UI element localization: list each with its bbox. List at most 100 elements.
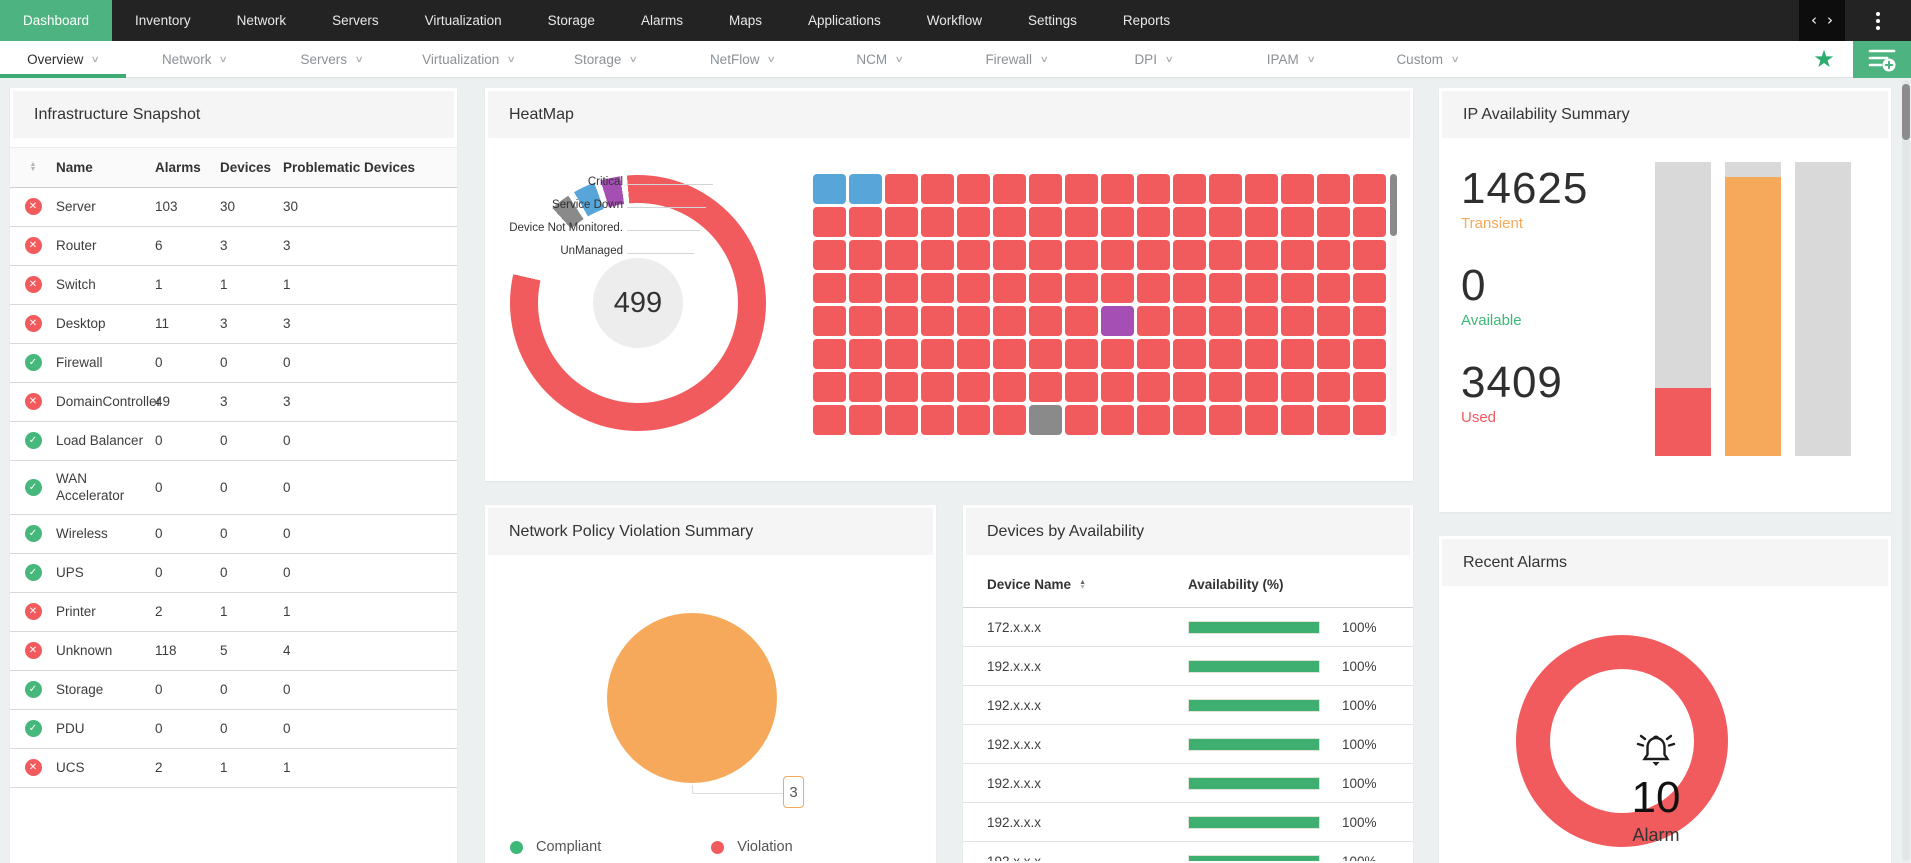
- heatmap-cell-critical[interactable]: [1317, 174, 1350, 204]
- heatmap-cell-critical[interactable]: [813, 405, 846, 435]
- heatmap-cell-critical[interactable]: [1137, 174, 1170, 204]
- heatmap-cell-critical[interactable]: [1353, 306, 1386, 336]
- heatmap-cell-critical[interactable]: [1245, 240, 1278, 270]
- nav-item-storage[interactable]: Storage: [525, 0, 618, 41]
- heatmap-cell-critical[interactable]: [849, 405, 882, 435]
- heatmap-cell-critical[interactable]: [813, 339, 846, 369]
- tab-network[interactable]: Network ∨: [126, 41, 263, 77]
- tab-netflow[interactable]: NetFlow ∨: [674, 41, 811, 77]
- table-row[interactable]: ✕ Switch 1 1 1: [10, 266, 457, 305]
- col-problematic-devices[interactable]: Problematic Devices: [283, 160, 433, 177]
- heatmap-cell-critical[interactable]: [1245, 372, 1278, 402]
- table-row[interactable]: ✓ WAN Accelerator 0 0 0: [10, 461, 457, 515]
- heatmap-cell-critical[interactable]: [957, 339, 990, 369]
- heatmap-cell-critical[interactable]: [1137, 372, 1170, 402]
- heatmap-cell-critical[interactable]: [1101, 372, 1134, 402]
- nav-item-alarms[interactable]: Alarms: [618, 0, 706, 41]
- more-menu-icon[interactable]: [1845, 0, 1911, 41]
- heatmap-cell-critical[interactable]: [1173, 207, 1206, 237]
- heatmap-cell-critical[interactable]: [1173, 339, 1206, 369]
- legend-item-compliant[interactable]: Compliant: [510, 839, 601, 855]
- heatmap-cell-critical[interactable]: [1137, 207, 1170, 237]
- heatmap-cell-critical[interactable]: [1065, 207, 1098, 237]
- heatmap-cell-critical[interactable]: [1101, 339, 1134, 369]
- heatmap-cell-critical[interactable]: [1209, 174, 1242, 204]
- nav-item-reports[interactable]: Reports: [1100, 0, 1193, 41]
- tab-dpi[interactable]: DPI ∨: [1085, 41, 1222, 77]
- tab-servers[interactable]: Servers ∨: [263, 41, 400, 77]
- heatmap-cell-critical[interactable]: [1065, 174, 1098, 204]
- heatmap-cell-critical[interactable]: [1245, 339, 1278, 369]
- heatmap-cell-critical[interactable]: [921, 306, 954, 336]
- heatmap-cell-critical[interactable]: [1029, 306, 1062, 336]
- heatmap-cell-critical[interactable]: [1281, 207, 1314, 237]
- tab-firewall[interactable]: Firewall ∨: [948, 41, 1085, 77]
- nav-item-workflow[interactable]: Workflow: [904, 0, 1005, 41]
- heatmap-cell-critical[interactable]: [1173, 273, 1206, 303]
- table-row[interactable]: ✕ Unknown 118 5 4: [10, 632, 457, 671]
- nav-scroll-right-icon[interactable]: ›: [1827, 13, 1833, 28]
- heatmap-cell-critical[interactable]: [1101, 273, 1134, 303]
- heatmap-cell-critical[interactable]: [813, 207, 846, 237]
- table-row[interactable]: 192.x.x.x 100%: [963, 686, 1413, 725]
- heatmap-cell-critical[interactable]: [1281, 339, 1314, 369]
- heatmap-cell-critical[interactable]: [1137, 273, 1170, 303]
- heatmap-cell-critical[interactable]: [1137, 405, 1170, 435]
- nav-item-inventory[interactable]: Inventory: [112, 0, 214, 41]
- legend-item-violation[interactable]: Violation: [711, 839, 793, 855]
- heatmap-cell-critical[interactable]: [885, 339, 918, 369]
- heatmap-cell-critical[interactable]: [1173, 405, 1206, 435]
- heatmap-cell-critical[interactable]: [1353, 174, 1386, 204]
- heatmap-cell-critical[interactable]: [885, 306, 918, 336]
- heatmap-cell-critical[interactable]: [921, 405, 954, 435]
- heatmap-cell-critical[interactable]: [1317, 273, 1350, 303]
- heatmap-cell-critical[interactable]: [921, 174, 954, 204]
- heatmap-cell-device_not_monitored[interactable]: [813, 174, 846, 204]
- table-row[interactable]: ✕ Printer 2 1 1: [10, 593, 457, 632]
- heatmap-cell-critical[interactable]: [813, 273, 846, 303]
- heatmap-cell-critical[interactable]: [849, 339, 882, 369]
- heatmap-cell-critical[interactable]: [957, 306, 990, 336]
- heatmap-cell-critical[interactable]: [1209, 405, 1242, 435]
- heatmap-cell-critical[interactable]: [1281, 306, 1314, 336]
- table-row[interactable]: ✓ UPS 0 0 0: [10, 554, 457, 593]
- nav-item-dashboard[interactable]: Dashboard: [0, 0, 113, 41]
- table-row[interactable]: ✓ Load Balancer 0 0 0: [10, 422, 457, 461]
- heatmap-cell-critical[interactable]: [1353, 240, 1386, 270]
- col-devices[interactable]: Devices: [220, 160, 283, 177]
- heatmap-cell-critical[interactable]: [885, 405, 918, 435]
- heatmap-cell-critical[interactable]: [1065, 339, 1098, 369]
- heatmap-cell-critical[interactable]: [813, 372, 846, 402]
- tab-ipam[interactable]: IPAM ∨: [1222, 41, 1359, 77]
- heatmap-cell-critical[interactable]: [993, 174, 1026, 204]
- col-name[interactable]: Name: [56, 160, 155, 177]
- table-row[interactable]: 172.x.x.x 100%: [963, 608, 1413, 647]
- heatmap-cell-critical[interactable]: [957, 372, 990, 402]
- heatmap-cell-critical[interactable]: [849, 207, 882, 237]
- legend-item[interactable]: UnManaged: [485, 240, 623, 263]
- heatmap-cell-critical[interactable]: [1173, 372, 1206, 402]
- heatmap-cell-critical[interactable]: [1245, 174, 1278, 204]
- heatmap-cell-critical[interactable]: [1317, 207, 1350, 237]
- nav-item-virtualization[interactable]: Virtualization: [402, 0, 525, 41]
- tab-virtualization[interactable]: Virtualization ∨: [400, 41, 537, 77]
- heatmap-cell-critical[interactable]: [1353, 339, 1386, 369]
- heatmap-cell-critical[interactable]: [993, 240, 1026, 270]
- table-row[interactable]: ✕ DomainController 49 3 3: [10, 383, 457, 422]
- nav-item-maps[interactable]: Maps: [706, 0, 785, 41]
- heatmap-cell-critical[interactable]: [993, 372, 1026, 402]
- heatmap-cell-critical[interactable]: [1137, 240, 1170, 270]
- heatmap-cell-critical[interactable]: [1281, 372, 1314, 402]
- heatmap-cell-critical[interactable]: [1245, 207, 1278, 237]
- heatmap-cell-service_down[interactable]: [1101, 306, 1134, 336]
- heatmap-cell-critical[interactable]: [1029, 240, 1062, 270]
- heatmap-cell-critical[interactable]: [1065, 240, 1098, 270]
- table-row[interactable]: ✓ Storage 0 0 0: [10, 671, 457, 710]
- heatmap-cell-unmanaged[interactable]: [1029, 405, 1062, 435]
- heatmap-cell-critical[interactable]: [1209, 306, 1242, 336]
- nav-item-servers[interactable]: Servers: [309, 0, 402, 41]
- heatmap-cell-critical[interactable]: [1353, 207, 1386, 237]
- heatmap-cell-critical[interactable]: [1353, 273, 1386, 303]
- heatmap-cell-critical[interactable]: [1173, 240, 1206, 270]
- heatmap-cell-critical[interactable]: [1209, 339, 1242, 369]
